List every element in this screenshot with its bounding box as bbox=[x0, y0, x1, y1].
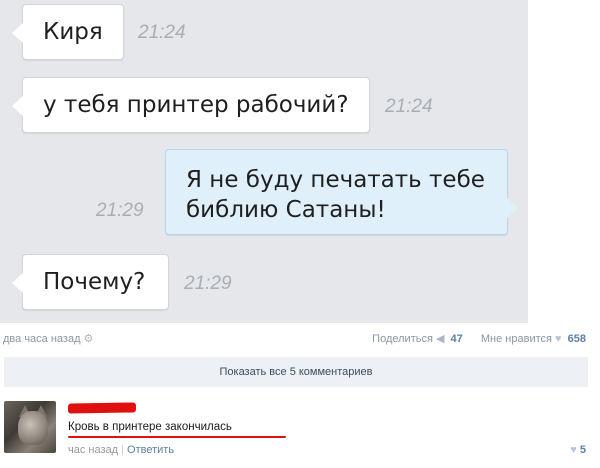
message-time: 21:24 bbox=[385, 96, 433, 117]
heart-icon: ♥ bbox=[570, 444, 577, 456]
comment-like-button[interactable]: ♥ 5 bbox=[570, 444, 586, 456]
bubble-tail bbox=[12, 96, 23, 116]
post-actions: Поделиться ◀ 47 Мне нравится ♥ 658 bbox=[372, 332, 586, 345]
comment-like-count: 5 bbox=[579, 444, 586, 456]
red-underline bbox=[68, 436, 286, 438]
avatar[interactable] bbox=[4, 401, 56, 453]
post-meta-row: два часа назад ⚙ Поделиться ◀ 47 Мне нра… bbox=[0, 328, 600, 348]
message-time: 21:29 bbox=[96, 200, 144, 221]
reply-link[interactable]: Ответить bbox=[127, 444, 174, 456]
message-text: Киря bbox=[43, 19, 103, 45]
message-text-line: библию Сатаны! bbox=[186, 197, 386, 223]
share-label: Поделиться bbox=[372, 333, 433, 345]
message-bubble-incoming: у тебя принтер рабочий? bbox=[12, 77, 370, 133]
message-text-line: Я не буду печатать тебе bbox=[186, 167, 485, 193]
comment-text: Кровь в принтере закончилась bbox=[68, 421, 232, 433]
message-time: 21:29 bbox=[184, 273, 232, 294]
post-time[interactable]: два часа назад ⚙ bbox=[3, 332, 93, 345]
comment: Кровь в принтере закончилась час назад |… bbox=[0, 398, 600, 468]
comment-meta: час назад | Ответить bbox=[68, 444, 175, 456]
redacted-author-name bbox=[67, 402, 137, 414]
message-text: у тебя принтер рабочий? bbox=[43, 92, 349, 118]
message-bubble-incoming: Киря bbox=[12, 4, 124, 60]
message-time: 21:24 bbox=[138, 22, 186, 43]
message-bubble-incoming: Почему? bbox=[12, 254, 169, 310]
like-button[interactable]: Мне нравится ♥ 658 bbox=[481, 333, 586, 345]
message-text: Почему? bbox=[43, 269, 146, 295]
bubble-tail bbox=[12, 23, 23, 43]
share-count: 47 bbox=[450, 333, 463, 345]
gear-icon[interactable]: ⚙ bbox=[84, 333, 94, 345]
post-time-text: два часа назад bbox=[3, 333, 81, 345]
like-count: 658 bbox=[567, 333, 586, 345]
heart-icon: ♥ bbox=[555, 333, 562, 345]
comment-time[interactable]: час назад bbox=[68, 444, 118, 456]
message-bubble-outgoing: Я не буду печатать тебе библию Сатаны! bbox=[165, 149, 518, 235]
cat-photo bbox=[18, 411, 48, 445]
like-label: Мне нравится bbox=[480, 333, 552, 345]
megaphone-icon: ◀ bbox=[435, 333, 445, 345]
share-button[interactable]: Поделиться ◀ 47 bbox=[372, 333, 466, 345]
chat-screenshot: Киря 21:24 у тебя принтер рабочий? 21:24… bbox=[0, 0, 528, 323]
bubble-tail bbox=[12, 273, 23, 293]
show-all-comments-button[interactable]: Показать все 5 комментариев bbox=[4, 357, 588, 387]
bubble-tail bbox=[507, 198, 518, 218]
